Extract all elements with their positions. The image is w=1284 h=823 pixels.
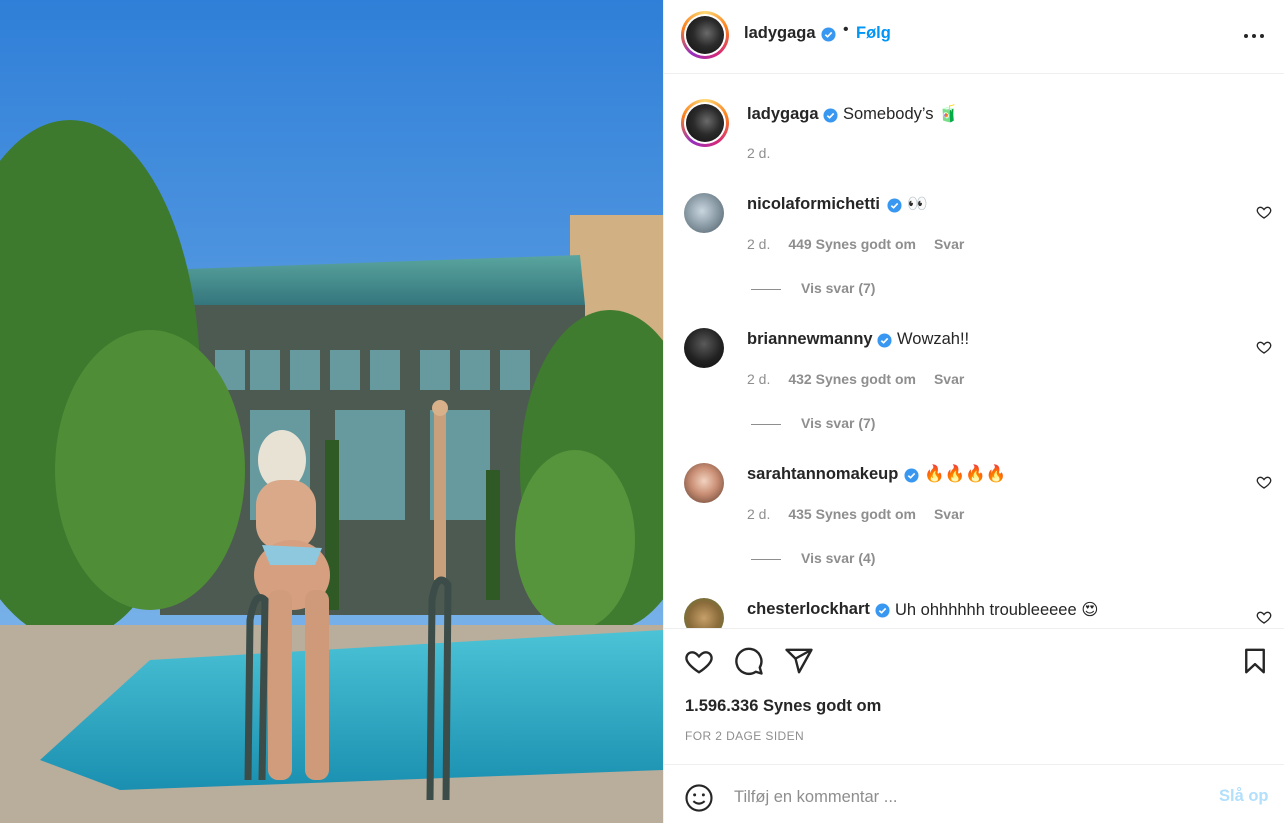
post-photo-illustration xyxy=(0,0,663,823)
comments-list[interactable]: ladygaga Somebody’s 🧃 2 d. nicolaformich… xyxy=(664,75,1284,628)
commenter-avatar[interactable] xyxy=(684,598,724,628)
more-horizontal-icon[interactable] xyxy=(1242,28,1266,44)
likes-count[interactable]: 1.596.336 Synes godt om xyxy=(685,697,881,716)
commenter-avatar[interactable] xyxy=(684,463,724,503)
replies-divider xyxy=(751,558,781,560)
post-details-panel: ladygaga • Følg ladygaga Somebody’s 🧃 2 … xyxy=(663,0,1284,823)
smiley-icon[interactable] xyxy=(684,783,714,813)
comment-time[interactable]: 2 d. xyxy=(747,236,770,252)
comment-reply-button[interactable]: Svar xyxy=(934,236,964,252)
caption-author-username[interactable]: ladygaga xyxy=(747,105,819,123)
replies-divider xyxy=(751,288,781,290)
heart-icon[interactable] xyxy=(684,646,714,676)
comment-username[interactable]: briannewmanny xyxy=(747,330,873,349)
verified-badge-icon xyxy=(877,333,892,348)
comment-like-heart-icon[interactable] xyxy=(1256,339,1272,355)
comment-reply-button[interactable]: Svar xyxy=(934,371,964,387)
verified-badge-icon xyxy=(887,198,902,213)
comment-text: 🔥🔥🔥🔥 xyxy=(924,465,1007,483)
caption-author-avatar[interactable] xyxy=(681,99,729,147)
comment-username[interactable]: sarahtannomakeup xyxy=(747,465,898,484)
comment-text: Wowzah!! xyxy=(897,330,970,348)
view-replies-button[interactable]: Vis svar (4) xyxy=(751,550,875,566)
bookmark-icon[interactable] xyxy=(1240,646,1270,676)
view-replies-label: Vis svar (4) xyxy=(801,550,876,566)
verified-badge-icon xyxy=(823,108,838,123)
replies-divider xyxy=(751,423,781,425)
comment-time[interactable]: 2 d. xyxy=(747,506,770,522)
post-comment-button[interactable]: Slå op xyxy=(1219,787,1269,806)
comment-likes[interactable]: 435 Synes godt om xyxy=(788,506,916,522)
comment-like-heart-icon[interactable] xyxy=(1256,474,1272,490)
comment-input[interactable] xyxy=(734,784,1194,810)
caption-time[interactable]: 2 d. xyxy=(747,145,770,161)
author-username[interactable]: ladygaga xyxy=(744,24,816,43)
comment-username[interactable]: nicolaformichetti xyxy=(747,195,880,214)
view-replies-button[interactable]: Vis svar (7) xyxy=(751,415,875,431)
comment-like-heart-icon[interactable] xyxy=(1256,609,1272,625)
post-date[interactable]: FOR 2 DAGE SIDEN xyxy=(685,729,804,743)
comment-likes[interactable]: 449 Synes godt om xyxy=(788,236,916,252)
instagram-post-view: ladygaga • Følg ladygaga Somebody’s 🧃 2 … xyxy=(0,0,1284,823)
post-header: ladygaga • Følg xyxy=(664,0,1284,74)
comment-like-heart-icon[interactable] xyxy=(1256,204,1272,220)
comment-username[interactable]: chesterlockhart xyxy=(747,600,870,619)
verified-badge-icon xyxy=(904,468,919,483)
verified-badge-icon xyxy=(875,603,890,618)
view-replies-label: Vis svar (7) xyxy=(801,280,876,296)
verified-badge-icon xyxy=(821,27,836,42)
post-photo[interactable] xyxy=(0,0,663,823)
view-replies-label: Vis svar (7) xyxy=(801,415,876,431)
follow-button[interactable]: Følg xyxy=(856,24,891,43)
comment-time[interactable]: 2 d. xyxy=(747,371,770,387)
add-comment-bar: Slå op xyxy=(664,764,1284,823)
comment-reply-button[interactable]: Svar xyxy=(934,506,964,522)
post-actions: 1.596.336 Synes godt om FOR 2 DAGE SIDEN xyxy=(664,628,1284,764)
paper-plane-icon[interactable] xyxy=(784,646,814,676)
view-replies-button[interactable]: Vis svar (7) xyxy=(751,280,875,296)
commenter-avatar[interactable] xyxy=(684,193,724,233)
author-avatar[interactable] xyxy=(681,11,729,59)
comment-likes[interactable]: 432 Synes godt om xyxy=(788,371,916,387)
comment-text: 👀 xyxy=(907,195,928,213)
commenter-avatar[interactable] xyxy=(684,328,724,368)
comment-text: Uh ohhhhhh troubleeeee 😍 xyxy=(895,601,1099,619)
separator-dot: • xyxy=(843,21,849,38)
caption-text: Somebody’s 🧃 xyxy=(843,105,959,123)
comment-icon[interactable] xyxy=(734,646,764,676)
